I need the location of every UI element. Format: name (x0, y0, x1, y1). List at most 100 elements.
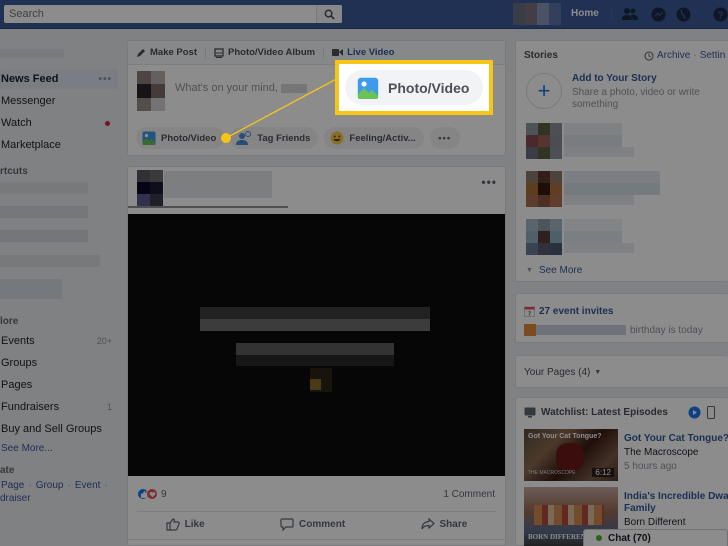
search-input[interactable] (4, 5, 304, 23)
watchlist-title: Watchlist: Latest Episodes (541, 407, 668, 418)
sidebar-item-watch[interactable]: Watch (0, 113, 118, 133)
profile-avatar-button[interactable] (513, 3, 561, 25)
shortcut-item-blurred[interactable] (0, 206, 88, 218)
tag-friends-button[interactable]: Tag Friends (230, 127, 319, 149)
video-duration: 6:12 (592, 468, 614, 477)
comments-count-link[interactable]: 1 Comment (443, 489, 495, 500)
sidebar-item-pages[interactable]: Pages (0, 375, 118, 395)
add-story-button[interactable]: + (526, 73, 562, 109)
chat-bar[interactable]: Chat (70) (583, 529, 728, 546)
video-channel[interactable]: Born Different (624, 517, 686, 528)
sidebar-item-groups[interactable]: Groups (0, 353, 118, 373)
photo-icon (142, 131, 156, 145)
watchlist-controls (688, 406, 715, 419)
search-button[interactable] (316, 5, 342, 23)
shortcut-item-blurred[interactable] (0, 182, 88, 194)
feeling-activity-button[interactable]: Feeling/Activ... (324, 127, 424, 149)
create-links: Page · Group · Event · (1, 480, 108, 491)
photo-video-button[interactable]: Photo/Video (136, 127, 225, 149)
sidebar-item-messenger[interactable]: Messenger (0, 91, 118, 111)
online-status-icon (596, 535, 602, 541)
sidebar-item-events[interactable]: Events 20+ (0, 331, 118, 351)
stories-see-more[interactable]: ▼ See More (526, 265, 582, 276)
news-feed-more-button[interactable]: ••• (98, 74, 112, 85)
plus-icon: + (537, 78, 551, 103)
shortcut-item-blurred[interactable] (0, 255, 100, 267)
post-media-video[interactable] (128, 214, 505, 476)
action-label: Feeling/Activ... (349, 132, 416, 144)
composer-placeholder[interactable]: What's on your mind, (175, 82, 307, 94)
separator: · (28, 480, 32, 491)
sidebar-item-label: Groups (1, 357, 38, 369)
reactions-count: 9 (161, 488, 167, 500)
sidebar-item-buy-sell-groups[interactable]: Buy and Sell Groups (0, 419, 118, 439)
tab-live-video[interactable]: Live Video (332, 47, 394, 58)
messenger-icon[interactable] (650, 6, 666, 22)
video-title[interactable]: Got Your Cat Tongue? (624, 433, 728, 444)
video-thumbnail[interactable]: Got Your Cat Tongue? THE MACROSCOPE 6:12 (524, 429, 618, 481)
help-icon[interactable]: ? (712, 6, 728, 22)
sidebar-item-label: Events (1, 335, 35, 347)
story-item[interactable] (526, 123, 676, 159)
separator: · (693, 50, 697, 61)
sidebar-item-label: Pages (1, 379, 33, 391)
post-meta-blurred (128, 206, 288, 208)
post-author-avatar[interactable] (137, 170, 163, 206)
shortcuts-heading: rtcuts (0, 166, 28, 177)
tag-friends-icon (236, 131, 252, 145)
friends-icon[interactable] (622, 6, 638, 22)
action-label: Share (439, 518, 468, 530)
like-button[interactable]: Like (166, 517, 205, 531)
stories-panel: Stories Archive · Settin + Add to Your S… (515, 40, 728, 282)
create-page-link[interactable]: Page (1, 480, 24, 491)
post-author-name-blurred[interactable] (164, 171, 272, 198)
action-label: Like (184, 518, 205, 530)
story-item[interactable] (526, 219, 676, 255)
shortcut-item-blurred[interactable] (0, 230, 88, 242)
birthday-notice[interactable]: birthday is today (524, 324, 703, 336)
settings-link[interactable]: Settin (700, 50, 726, 61)
separator: · (104, 480, 108, 491)
sidebar-item-label: News Feed (1, 73, 59, 85)
callout-photo-video-button[interactable]: Photo/Video (345, 70, 483, 105)
post-options-button[interactable]: ••• (481, 175, 497, 189)
share-icon (420, 518, 435, 530)
play-icon[interactable] (688, 406, 701, 419)
share-button[interactable]: Share (420, 518, 468, 530)
more-options-button[interactable]: ••• (429, 127, 460, 149)
composer-actions: Photo/Video Tag Friends Feeling/Activ...… (136, 127, 460, 149)
see-more-link[interactable]: See More... (1, 443, 53, 454)
shortcut-item-blurred[interactable] (0, 279, 62, 299)
media-text-blurred (200, 319, 430, 331)
album-icon (214, 47, 224, 58)
sidebar-item-label: Marketplace (1, 139, 61, 151)
archive-link[interactable]: Archive (657, 50, 690, 61)
stories-title: Stories (524, 50, 558, 61)
reactions-summary[interactable]: 9 (137, 488, 167, 500)
tab-photo-video-album[interactable]: Photo/Video Album (214, 47, 315, 58)
comment-button[interactable]: Comment (280, 517, 345, 531)
globe-notifications-icon[interactable] (675, 6, 691, 22)
story-time-blurred (564, 183, 660, 195)
video-title[interactable]: India's Incredible Dwa (624, 491, 728, 502)
video-title-line2[interactable]: Family (624, 503, 728, 514)
caret-down-icon: ▼ (526, 267, 533, 274)
sidebar-item-marketplace[interactable]: Marketplace (0, 135, 118, 155)
add-story-subtitle: Share a photo, video or write something (572, 87, 700, 110)
create-group-link[interactable]: Group (36, 480, 64, 491)
sidebar-item-news-feed[interactable]: News Feed ••• (0, 69, 118, 89)
tab-label: Make Post (150, 47, 197, 58)
create-event-link[interactable]: Event (75, 480, 101, 491)
mobile-icon[interactable] (707, 406, 715, 419)
event-invites-link[interactable]: 7 27 event invites (524, 306, 613, 317)
your-pages-dropdown[interactable]: Your Pages (4) ▼ (524, 367, 601, 378)
create-fundraiser-link[interactable]: draiser (0, 493, 31, 504)
tab-make-post[interactable]: Make Post (136, 47, 197, 58)
video-channel[interactable]: The Macroscope (624, 447, 698, 458)
callout-highlight: Photo/Video (335, 60, 493, 115)
home-link[interactable]: Home (571, 8, 599, 19)
profile-name-blurred[interactable] (0, 49, 64, 58)
add-story-title[interactable]: Add to Your Story (572, 73, 657, 84)
sidebar-item-fundraisers[interactable]: Fundraisers 1 (0, 397, 118, 417)
story-item[interactable] (526, 171, 676, 207)
